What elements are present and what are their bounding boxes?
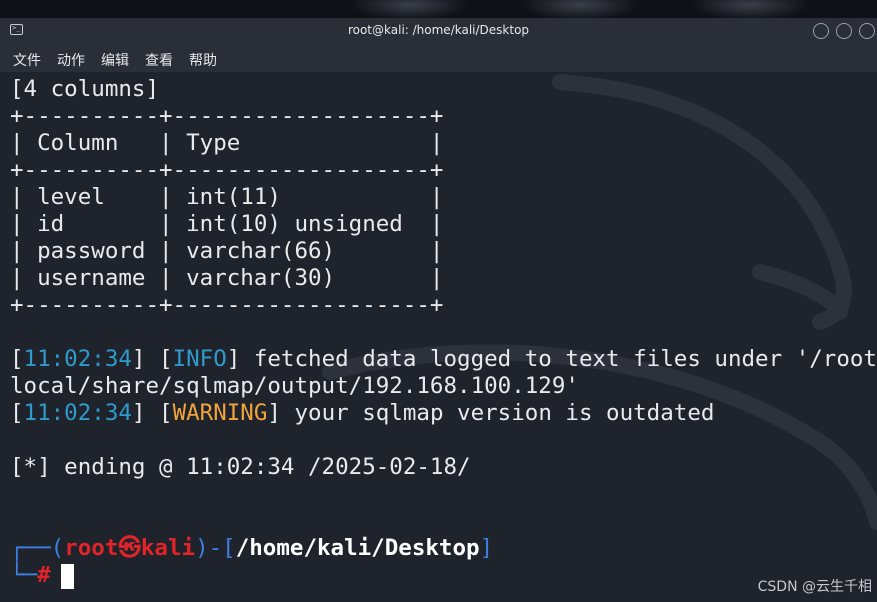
table-header-row: | Column | Type |	[10, 130, 444, 156]
menu-file[interactable]: 文件	[13, 50, 41, 70]
maximize-button[interactable]	[836, 23, 852, 39]
log-timestamp: 11:02:34	[23, 400, 132, 426]
prompt-user: root	[64, 535, 119, 561]
prompt-frame: ┌──(	[10, 535, 65, 561]
log-line-warning: [11:02:34] [WARNING] your sqlmap version…	[10, 400, 715, 426]
log-level-warning: WARNING	[172, 400, 268, 426]
table-row: | password | varchar(66) |	[10, 238, 444, 264]
log-line-continuation: local/share/sqlmap/output/192.168.100.12…	[10, 373, 579, 399]
table-row: | username | varchar(30) |	[10, 265, 444, 291]
table-row: | level | int(11) |	[10, 184, 444, 210]
prompt-line-2: └─#	[10, 562, 51, 588]
columns-header: [4 columns]	[10, 76, 160, 102]
table-border-top: +----------+-------------------+	[10, 103, 444, 129]
terminal-output[interactable]: [4 columns] +----------+----------------…	[0, 72, 877, 602]
menu-actions[interactable]: 动作	[57, 50, 85, 70]
csdn-watermark: CSDN @云生千相	[757, 579, 872, 595]
log-timestamp: 11:02:34	[23, 346, 132, 372]
prompt-path: /home/kali/Desktop	[235, 535, 480, 561]
prompt-line-1: ┌──(root㉿kali)-[/home/kali/Desktop]	[10, 535, 494, 561]
prompt-symbol: #	[37, 562, 51, 588]
minimize-button[interactable]	[813, 23, 829, 39]
close-button[interactable]	[859, 23, 875, 39]
log-message: fetched data logged to text files under …	[240, 346, 877, 372]
menu-view[interactable]: 查看	[145, 50, 173, 70]
desktop-wallpaper-strip	[0, 0, 877, 18]
log-line-info: [11:02:34] [INFO] fetched data logged to…	[10, 346, 877, 373]
prompt-host: kali	[140, 535, 196, 561]
kali-skull-icon: ㉿	[118, 535, 141, 561]
terminal-cursor[interactable]	[61, 564, 74, 589]
window-titlebar[interactable]: >_ root@kali: /home/kali/Desktop	[0, 18, 877, 44]
menu-edit[interactable]: 编辑	[101, 50, 129, 70]
table-border-mid: +----------+-------------------+	[10, 157, 444, 183]
log-message: your sqlmap version is outdated	[280, 400, 715, 426]
ending-line: [*] ending @ 11:02:34 /2025-02-18/	[10, 454, 471, 480]
table-border-bottom: +----------+-------------------+	[10, 292, 444, 318]
log-level-info: INFO	[172, 346, 227, 372]
window-title: root@kali: /home/kali/Desktop	[347, 23, 530, 37]
menu-help[interactable]: 帮助	[189, 50, 217, 70]
menu-bar: 文件 动作 编辑 查看 帮助	[0, 44, 877, 72]
table-row: | id | int(10) unsigned |	[10, 211, 444, 237]
